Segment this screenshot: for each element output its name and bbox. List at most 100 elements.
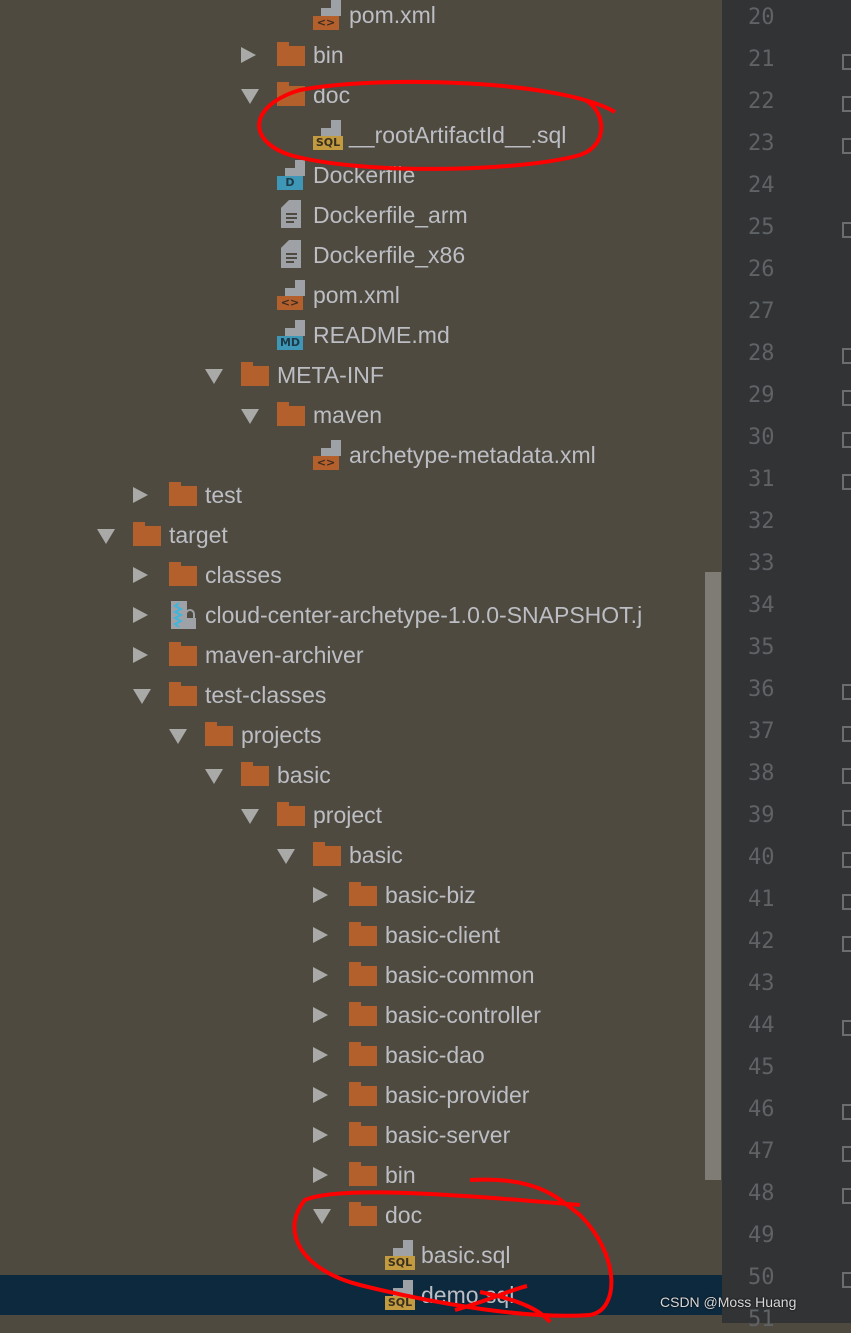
tree-row[interactable]: basic-biz <box>0 875 722 915</box>
line-number: 43 <box>748 971 775 996</box>
tree-row[interactable]: maven <box>0 395 722 435</box>
fold-marker-icon[interactable] <box>842 852 851 868</box>
tree-row[interactable]: basic-provider <box>0 1075 722 1115</box>
collapsed-arrow-icon[interactable] <box>313 1087 328 1103</box>
tree-item-label: test <box>205 482 243 508</box>
fold-marker-icon[interactable] <box>842 474 851 490</box>
fold-marker-icon[interactable] <box>842 1146 851 1162</box>
line-number: 35 <box>748 635 775 660</box>
tree-row[interactable]: basic-common <box>0 955 722 995</box>
collapsed-arrow-icon[interactable] <box>313 1047 328 1063</box>
fold-marker-icon[interactable] <box>842 894 851 910</box>
fold-marker-icon[interactable] <box>842 432 851 448</box>
fold-marker-icon[interactable] <box>842 1020 851 1036</box>
expanded-arrow-icon[interactable] <box>241 809 259 824</box>
tree-item-label: basic-provider <box>385 1082 530 1108</box>
folder-icon <box>349 882 377 906</box>
tree-scrollbar[interactable] <box>705 572 721 1180</box>
tree-row[interactable]: <> pom.xml <box>0 275 722 315</box>
tree-item-label: doc <box>385 1202 423 1228</box>
line-number: 42 <box>748 929 775 954</box>
tree-item-label: bin <box>385 1162 416 1188</box>
fold-marker-icon[interactable] <box>842 936 851 952</box>
collapsed-arrow-icon[interactable] <box>133 647 148 663</box>
fold-marker-icon[interactable] <box>842 1272 851 1288</box>
line-number: 28 <box>748 341 775 366</box>
fold-marker-icon[interactable] <box>842 96 851 112</box>
tree-row[interactable]: <> archetype-metadata.xml <box>0 435 722 475</box>
tree-row[interactable]: maven-archiver <box>0 635 722 675</box>
tree-row[interactable]: Dockerfile_arm <box>0 195 722 235</box>
expanded-arrow-icon[interactable] <box>277 849 295 864</box>
tree-row[interactable]: doc <box>0 1195 722 1235</box>
tree-row[interactable]: basic <box>0 755 722 795</box>
tree-row[interactable]: SQL __rootArtifactId__.sql <box>0 115 722 155</box>
collapsed-arrow-icon[interactable] <box>241 47 256 63</box>
tree-row[interactable]: SQL demo.sql <box>0 1275 722 1315</box>
tree-row[interactable]: basic <box>0 835 722 875</box>
tree-row[interactable]: doc <box>0 75 722 115</box>
tree-row[interactable]: META-INF <box>0 355 722 395</box>
expanded-arrow-icon[interactable] <box>97 529 115 544</box>
folder-icon <box>349 1002 377 1026</box>
collapsed-arrow-icon[interactable] <box>313 1167 328 1183</box>
expanded-arrow-icon[interactable] <box>205 769 223 784</box>
collapsed-arrow-icon[interactable] <box>133 567 148 583</box>
fold-marker-icon[interactable] <box>842 138 851 154</box>
collapsed-arrow-icon[interactable] <box>313 887 328 903</box>
tree-row[interactable]: SQL basic.sql <box>0 1235 722 1275</box>
fold-marker-icon[interactable] <box>842 768 851 784</box>
expanded-arrow-icon[interactable] <box>313 1209 331 1224</box>
tree-row[interactable]: D Dockerfile <box>0 155 722 195</box>
folder-icon <box>277 42 305 66</box>
fold-marker-icon[interactable] <box>842 726 851 742</box>
fold-marker-icon[interactable] <box>842 54 851 70</box>
collapsed-arrow-icon[interactable] <box>313 1007 328 1023</box>
folder-icon <box>277 402 305 426</box>
tree-row[interactable]: bin <box>0 1155 722 1195</box>
collapsed-arrow-icon[interactable] <box>313 927 328 943</box>
fold-marker-icon[interactable] <box>842 222 851 238</box>
expanded-arrow-icon[interactable] <box>133 689 151 704</box>
tree-row[interactable]: classes <box>0 555 722 595</box>
fold-marker-icon[interactable] <box>842 348 851 364</box>
folder-icon <box>349 1122 377 1146</box>
line-number: 45 <box>748 1055 775 1080</box>
line-number: 23 <box>748 131 775 156</box>
fold-marker-icon[interactable] <box>842 810 851 826</box>
tree-row[interactable]: test-classes <box>0 675 722 715</box>
fold-marker-icon[interactable] <box>842 390 851 406</box>
tree-item-label: classes <box>205 562 282 588</box>
line-number: 47 <box>748 1139 775 1164</box>
collapsed-arrow-icon[interactable] <box>133 487 148 503</box>
collapsed-arrow-icon[interactable] <box>313 967 328 983</box>
tree-row[interactable]: test <box>0 475 722 515</box>
tree-item-label: basic-client <box>385 922 501 948</box>
tree-row[interactable]: Dockerfile_x86 <box>0 235 722 275</box>
fold-marker-icon[interactable] <box>842 684 851 700</box>
tree-row[interactable]: basic-controller <box>0 995 722 1035</box>
fold-marker-icon[interactable] <box>842 1188 851 1204</box>
collapsed-arrow-icon[interactable] <box>133 607 148 623</box>
tree-row[interactable]: cloud-center-archetype-1.0.0-SNAPSHOT.j <box>0 595 722 635</box>
expanded-arrow-icon[interactable] <box>169 729 187 744</box>
tree-row[interactable]: project <box>0 795 722 835</box>
line-number: 38 <box>748 761 775 786</box>
tree-row[interactable]: basic-client <box>0 915 722 955</box>
tree-row[interactable]: basic-dao <box>0 1035 722 1075</box>
line-number: 50 <box>748 1265 775 1290</box>
tree-row[interactable]: basic-server <box>0 1115 722 1155</box>
expanded-arrow-icon[interactable] <box>241 409 259 424</box>
tree-item-label: basic-dao <box>385 1042 485 1068</box>
fold-marker-icon[interactable] <box>842 1104 851 1120</box>
tree-row[interactable]: bin <box>0 35 722 75</box>
tree-item-label: basic-common <box>385 962 535 988</box>
tree-row[interactable]: projects <box>0 715 722 755</box>
tree-row[interactable]: <> pom.xml <box>0 0 722 35</box>
expanded-arrow-icon[interactable] <box>205 369 223 384</box>
tree-row[interactable]: MD README.md <box>0 315 722 355</box>
collapsed-arrow-icon[interactable] <box>313 1127 328 1143</box>
expanded-arrow-icon[interactable] <box>241 89 259 104</box>
tree-row[interactable]: target <box>0 515 722 555</box>
xml-file-icon: <> <box>277 280 307 310</box>
